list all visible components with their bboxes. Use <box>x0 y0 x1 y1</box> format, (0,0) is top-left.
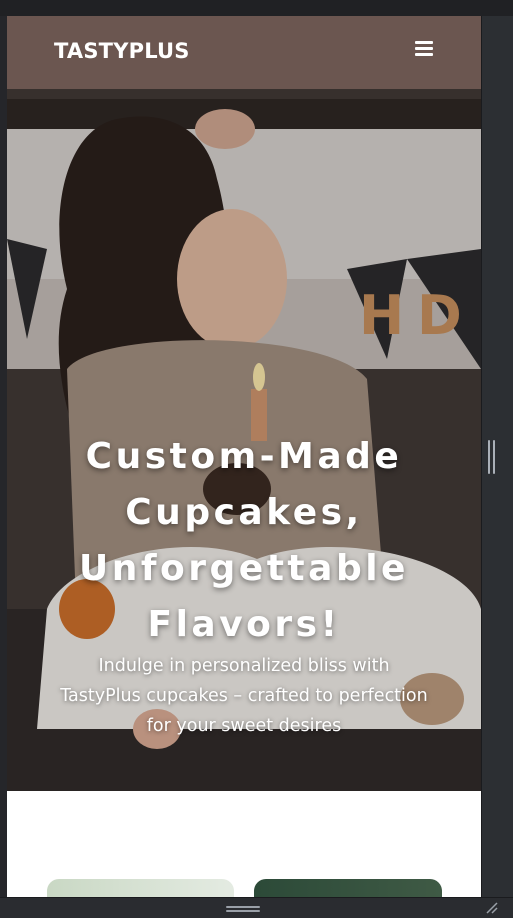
hamburger-menu-icon[interactable] <box>415 40 435 58</box>
hero-title: Custom-Made Cupcakes, Unforgettable Flav… <box>79 436 409 645</box>
devtools-side-panel <box>481 16 513 900</box>
hero-subtitle: Indulge in personalized bliss with Tasty… <box>60 656 428 736</box>
card-dark-green[interactable] <box>254 879 442 897</box>
brand-logo[interactable]: TASTYPLUS <box>54 39 190 63</box>
browser-top-bar <box>0 0 513 16</box>
corner-resize-icon[interactable] <box>484 900 498 914</box>
page-viewport: TASTYPLUS H D Custom-Made Cupcakes, Unfo… <box>7 16 481 897</box>
card-light-green[interactable] <box>47 879 234 897</box>
bottom-resize-handle[interactable] <box>226 906 260 912</box>
navbar: TASTYPLUS <box>7 16 481 89</box>
hero-section: H D Custom-Made Cupcakes, Unforgettable … <box>7 89 481 791</box>
panel-resize-handle[interactable] <box>488 440 496 474</box>
